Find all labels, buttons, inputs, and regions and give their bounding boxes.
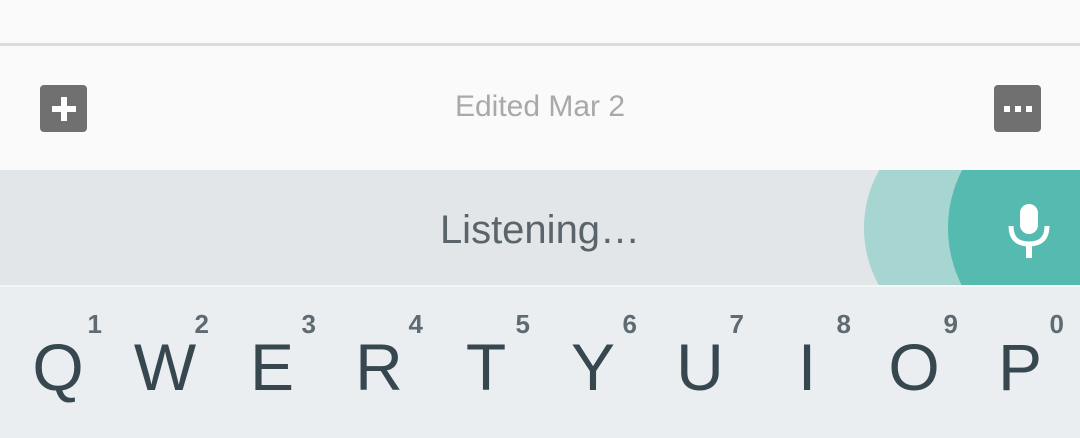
key-w[interactable]: 2 W	[111, 287, 219, 438]
key-o[interactable]: 9 O	[860, 287, 968, 438]
key-letter: P	[997, 330, 1043, 404]
key-letter: E	[249, 330, 295, 404]
key-t[interactable]: 5 T	[432, 287, 540, 438]
key-r[interactable]: 4 R	[325, 287, 433, 438]
key-letter: U	[676, 330, 724, 404]
key-q[interactable]: 1 Q	[4, 287, 112, 438]
key-letter: W	[133, 330, 197, 404]
key-p[interactable]: 0 P	[966, 287, 1074, 438]
more-horizontal-icon	[1003, 105, 1032, 112]
key-letter: R	[355, 330, 403, 404]
key-e[interactable]: 3 E	[218, 287, 326, 438]
key-u[interactable]: 7 U	[646, 287, 754, 438]
microphone-icon	[1008, 204, 1050, 258]
key-letter: O	[888, 330, 940, 404]
key-letter: Q	[32, 330, 84, 404]
voice-input-bar: Listening…	[0, 170, 1080, 286]
key-y[interactable]: 6 Y	[539, 287, 647, 438]
key-letter: I	[797, 330, 817, 404]
keyboard: 1 Q 2 W 3 E 4 R 5 T 6 Y 7 U 8 I 9 O 0 P	[0, 287, 1080, 438]
edited-timestamp: Edited Mar 2	[454, 90, 626, 123]
key-i[interactable]: 8 I	[753, 287, 861, 438]
content-area-top	[0, 0, 1080, 43]
more-options-button[interactable]	[994, 85, 1041, 132]
key-letter: Y	[570, 330, 616, 404]
note-toolbar: Edited Mar 2	[0, 46, 1080, 168]
key-letter: T	[465, 330, 507, 404]
